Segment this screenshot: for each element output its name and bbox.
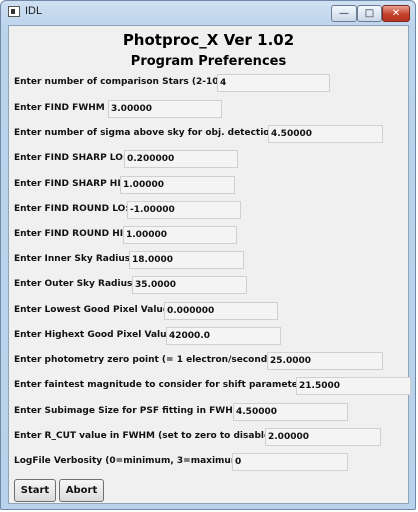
section-title: Program Preferences (130, 54, 287, 69)
logfile-verbosity-input[interactable]: 0 (232, 453, 348, 471)
find-fwhm-input[interactable]: 3.00000 (108, 100, 222, 118)
maximize-button[interactable]: □ (357, 5, 382, 22)
inner-sky-radius-input[interactable]: 18.0000 (129, 251, 244, 269)
field-label: Enter Outer Sky Radius: (14, 279, 136, 289)
dialog-content: Photproc_X Ver 1.02 Program Preferences … (8, 25, 411, 504)
highest-good-pixel-input[interactable]: 42000.0 (166, 327, 281, 345)
round-hi-input[interactable]: 1.00000 (123, 226, 237, 244)
outer-sky-radius-input[interactable]: 35.0000 (132, 276, 247, 294)
round-lo-input[interactable]: -1.00000 (127, 201, 241, 219)
window-title: IDL (25, 5, 43, 17)
sigma-detection-input[interactable]: 4.50000 (268, 125, 383, 143)
program-title: Photproc_X Ver 1.02 (122, 31, 295, 49)
comparison-stars-input[interactable]: 4 (217, 74, 330, 92)
lowest-good-pixel-input[interactable]: 0.000000 (164, 302, 278, 320)
field-label: Enter FIND SHARP LO: (14, 153, 127, 163)
title-bar[interactable]: IDL — □ ✕ (1, 1, 415, 25)
field-label: Enter Subimage Size for PSF fitting in F… (14, 406, 246, 416)
field-label: LogFile Verbosity (0=minimum, 3=maximum)… (14, 456, 248, 466)
field-label: Enter Highext Good Pixel Value: (14, 330, 177, 340)
idl-window: IDL — □ ✕ Photproc_X Ver 1.02 Program Pr… (0, 0, 416, 510)
field-label: Enter number of comparison Stars (2-10): (14, 77, 227, 87)
abort-button[interactable]: Abort (59, 479, 104, 502)
field-label: Enter Lowest Good Pixel Value: (14, 305, 173, 315)
sharp-lo-input[interactable]: 0.200000 (124, 150, 238, 168)
field-label: Enter FIND FWHM (14, 103, 105, 113)
field-label: Enter FIND SHARP HI: (14, 179, 125, 189)
photometry-zero-point-input[interactable]: 25.0000 (267, 352, 383, 370)
field-label: Enter faintest magnitude to consider for… (14, 380, 312, 390)
psf-subimage-size-input[interactable]: 4.50000 (233, 403, 348, 421)
field-label: Enter number of sigma above sky for obj.… (14, 128, 280, 138)
field-label: Enter FIND ROUND HI: (14, 229, 127, 239)
start-button[interactable]: Start (14, 479, 56, 502)
sharp-hi-input[interactable]: 1.00000 (120, 176, 235, 194)
idl-app-icon[interactable] (8, 6, 20, 17)
field-label: Enter photometry zero point (= 1 electro… (14, 355, 279, 365)
close-button[interactable]: ✕ (382, 5, 410, 22)
field-label: Enter Inner Sky Radius: (14, 254, 134, 264)
r-cut-input[interactable]: 2.00000 (265, 428, 381, 446)
field-label: Enter FIND ROUND LO: (14, 204, 129, 214)
faintest-magnitude-input[interactable]: 21.5000 (296, 377, 411, 395)
field-label: Enter R_CUT value in FWHM (set to zero t… (14, 431, 278, 441)
minimize-button[interactable]: — (331, 5, 357, 22)
